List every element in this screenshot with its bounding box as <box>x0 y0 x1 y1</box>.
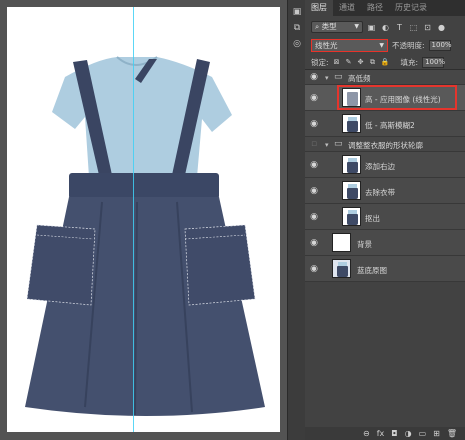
layers-bottom-bar: ⊖ fx ◘ ◑ ▭ ⊞ 🗑 <box>305 427 465 440</box>
blend-mode-select[interactable]: 线性光 ▼ <box>311 38 388 52</box>
layer-name: 背景 <box>357 240 372 249</box>
layer-group-row[interactable]: ◉ ▾ ▭ 高低频 <box>305 70 465 85</box>
layer-name: 高 - 应用图像 (线性光) <box>365 95 441 104</box>
eye-icon[interactable]: ◉ <box>308 212 320 222</box>
layer-thumbnail <box>342 155 361 174</box>
opacity-label: 不透明度: <box>392 40 425 50</box>
lock-position-icon[interactable]: ✥ <box>357 58 365 66</box>
tab-paths[interactable]: 路径 <box>361 0 389 16</box>
adjustments-icon[interactable]: ⧉ <box>291 22 303 34</box>
fx-icon[interactable]: fx <box>377 429 385 438</box>
blend-row: 线性光 ▼ 不透明度: 100% <box>305 37 465 53</box>
layer-row[interactable]: ◉ 蓝底原图 <box>305 256 465 282</box>
mask-icon[interactable]: ◘ <box>391 429 397 438</box>
layer-thumbnail <box>332 259 351 278</box>
properties-icon[interactable]: ▣ <box>291 6 303 18</box>
layer-group-row[interactable]: ▫ ▾ ▭ 调整整衣服的形状轮廓 <box>305 137 465 152</box>
document-canvas[interactable] <box>7 7 280 432</box>
layer-row[interactable]: ◉ 抠出 <box>305 204 465 230</box>
opacity-input[interactable]: 100% <box>428 39 452 51</box>
layers-panel: 图层 通道 路径 历史记录 ⌕ 类型 ▼ ▣ ◐ T ⬚ ⊡ ● 线性光 ▼ 不… <box>305 0 465 440</box>
layer-thumbnail <box>342 114 361 133</box>
folder-icon: ▭ <box>334 139 343 149</box>
chevron-down-icon: ▼ <box>354 23 359 30</box>
layer-name: 去除衣带 <box>365 188 395 197</box>
layer-name: 蓝底原图 <box>357 266 387 275</box>
blend-mode-value: 线性光 <box>315 40 338 50</box>
layer-row[interactable]: ◉ 低 - 高斯模糊2 <box>305 111 465 137</box>
layer-thumbnail <box>342 181 361 200</box>
layer-name: 低 - 高斯模糊2 <box>365 121 415 130</box>
new-group-icon[interactable]: ▭ <box>419 429 427 438</box>
layer-name: 添加右边 <box>365 162 395 171</box>
lock-row: 锁定: ⊠ ✎ ✥ ⧉ 🔒 填充: 100% <box>305 55 465 69</box>
type-filter-icon[interactable]: T <box>394 22 405 33</box>
libraries-icon[interactable]: ◎ <box>291 38 303 50</box>
smart-object-filter-icon[interactable]: ⊡ <box>422 22 433 33</box>
layer-row[interactable]: ◉ 去除衣带 <box>305 178 465 204</box>
fill-label: 填充: <box>400 57 419 67</box>
layer-thumbnail <box>342 88 361 107</box>
layer-name: 高低频 <box>348 74 371 83</box>
layer-thumbnail <box>332 233 351 252</box>
tab-channels[interactable]: 通道 <box>333 0 361 16</box>
lock-image-icon[interactable]: ✎ <box>345 58 353 66</box>
search-icon: ⌕ <box>315 22 320 31</box>
eye-icon[interactable]: ◉ <box>308 72 320 82</box>
collapsed-panel-strip: ▣ ⧉ ◎ <box>287 0 305 440</box>
layer-name: 调整整衣服的形状轮廓 <box>348 141 423 150</box>
dress-image <box>25 56 265 416</box>
filter-row: ⌕ 类型 ▼ ▣ ◐ T ⬚ ⊡ ● <box>305 19 465 35</box>
folder-icon: ▭ <box>334 72 343 82</box>
eye-icon[interactable]: ◉ <box>308 186 320 196</box>
fill-input[interactable]: 100% <box>422 56 445 68</box>
eye-icon[interactable]: ◉ <box>308 119 320 129</box>
lock-label: 锁定: <box>311 57 329 67</box>
tab-history[interactable]: 历史记录 <box>389 0 433 16</box>
adjustment-layer-icon[interactable]: ◑ <box>405 429 412 438</box>
tab-layers[interactable]: 图层 <box>305 0 333 16</box>
filter-kind-select[interactable]: ⌕ 类型 ▼ <box>311 21 363 33</box>
eye-hidden-icon[interactable]: ▫ <box>308 139 320 149</box>
lock-artboard-icon[interactable]: ⧉ <box>369 58 377 66</box>
new-layer-icon[interactable]: ⊞ <box>433 429 440 438</box>
adjustment-filter-icon[interactable]: ◐ <box>380 22 391 33</box>
vertical-guide-line[interactable] <box>133 7 134 432</box>
pixel-filter-icon[interactable]: ▣ <box>366 22 377 33</box>
chevron-down-icon[interactable]: ▾ <box>325 141 329 149</box>
layer-row-selected[interactable]: ◉ 高 - 应用图像 (线性光) <box>305 85 465 111</box>
filter-toggle-icon[interactable]: ● <box>436 22 447 33</box>
link-layers-icon[interactable]: ⊖ <box>363 429 370 438</box>
layer-name: 抠出 <box>365 214 380 223</box>
layer-thumbnail <box>342 207 361 226</box>
panel-tabs: 图层 通道 路径 历史记录 <box>305 0 465 16</box>
eye-icon[interactable]: ◉ <box>308 160 320 170</box>
layer-row[interactable]: ◉ 添加右边 <box>305 152 465 178</box>
eye-icon[interactable]: ◉ <box>308 93 320 103</box>
chevron-down-icon[interactable]: ▾ <box>325 74 329 82</box>
chevron-down-icon: ▼ <box>379 41 384 49</box>
shape-filter-icon[interactable]: ⬚ <box>408 22 419 33</box>
lock-all-icon[interactable]: 🔒 <box>381 58 390 66</box>
lock-transparent-icon[interactable]: ⊠ <box>333 58 341 66</box>
canvas-area[interactable] <box>0 0 287 440</box>
trash-icon[interactable]: 🗑 <box>447 429 457 438</box>
eye-icon[interactable]: ◉ <box>308 238 320 248</box>
filter-kind-label: 类型 <box>321 22 337 31</box>
eye-icon[interactable]: ◉ <box>308 264 320 274</box>
layer-row[interactable]: ◉ 背景 <box>305 230 465 256</box>
